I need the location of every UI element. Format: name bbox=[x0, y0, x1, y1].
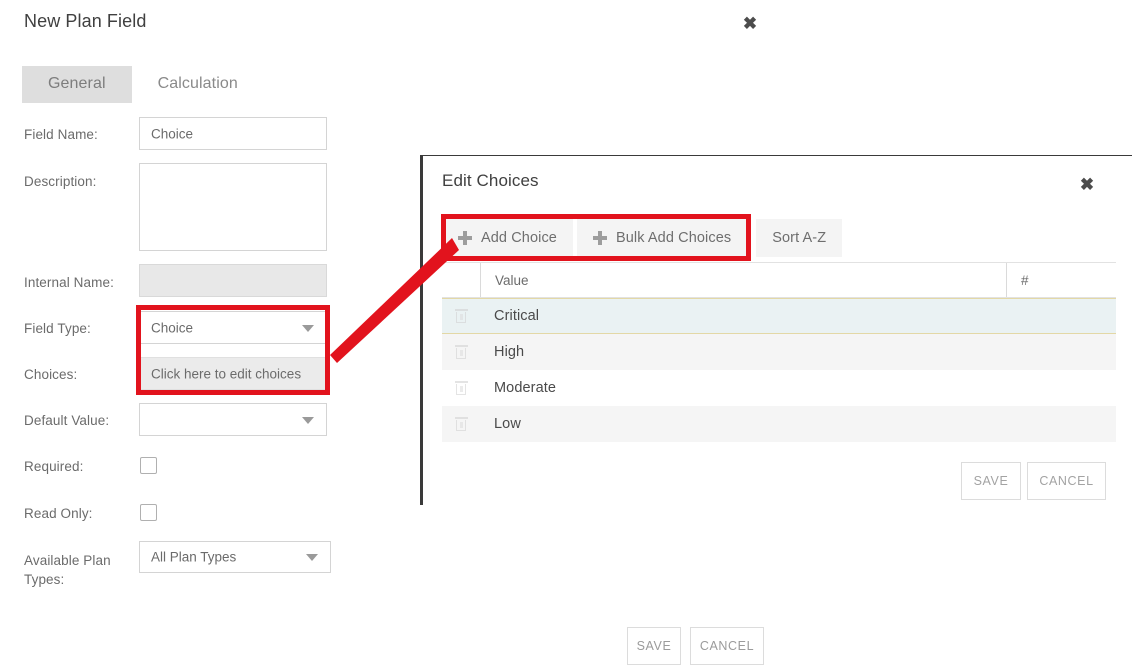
edit-choices-panel: Edit Choices ✖ Add Choice Bulk Add Choic… bbox=[420, 155, 1132, 505]
delete-cell[interactable] bbox=[442, 416, 480, 432]
table-header-row: Value # bbox=[442, 262, 1116, 298]
internal-name-label: Internal Name: bbox=[24, 275, 114, 290]
tab-general[interactable]: General bbox=[22, 66, 132, 103]
field-name-value: Choice bbox=[151, 126, 194, 141]
field-name-label: Field Name: bbox=[24, 127, 98, 142]
chevron-down-icon bbox=[302, 324, 314, 332]
chevron-down-icon bbox=[306, 554, 318, 561]
choices-toolbar: Add Choice Bulk Add Choices Sort A-Z bbox=[442, 219, 843, 257]
edit-choices-title: Edit Choices bbox=[442, 171, 539, 190]
close-icon[interactable]: ✖ bbox=[738, 12, 762, 36]
add-choice-button[interactable]: Add Choice bbox=[442, 219, 573, 257]
choices-table: Value # Critical High Moderate Low bbox=[442, 262, 1116, 442]
chevron-down-icon bbox=[302, 416, 314, 424]
default-value-label: Default Value: bbox=[24, 413, 110, 428]
default-value-select[interactable] bbox=[139, 403, 327, 436]
available-plan-types-select[interactable]: All Plan Types bbox=[139, 541, 331, 573]
choice-value: Low bbox=[494, 416, 521, 432]
tab-calculation[interactable]: Calculation bbox=[132, 66, 264, 103]
choice-value: Critical bbox=[494, 308, 540, 324]
field-name-input[interactable]: Choice bbox=[139, 117, 327, 150]
delete-cell[interactable] bbox=[442, 308, 480, 324]
delete-cell[interactable] bbox=[442, 344, 480, 360]
tabstrip: General Calculation bbox=[22, 66, 264, 103]
choices-save-button[interactable]: SAVE bbox=[961, 462, 1021, 500]
choices-edit-trigger[interactable]: Click here to edit choices bbox=[139, 357, 327, 390]
field-type-select[interactable]: Choice bbox=[139, 311, 327, 344]
choices-value: Click here to edit choices bbox=[151, 366, 302, 381]
plus-icon bbox=[458, 231, 472, 245]
required-label: Required: bbox=[24, 459, 84, 474]
table-row[interactable]: Moderate bbox=[442, 370, 1116, 406]
description-textarea[interactable] bbox=[139, 163, 327, 251]
trash-icon[interactable] bbox=[454, 416, 468, 432]
field-type-label: Field Type: bbox=[24, 321, 91, 336]
column-header-number: # bbox=[1006, 263, 1116, 297]
page-title: New Plan Field bbox=[24, 11, 147, 31]
column-header-value: Value bbox=[480, 263, 1006, 297]
dialog-cancel-button[interactable]: CANCEL bbox=[690, 627, 764, 665]
close-icon[interactable]: ✖ bbox=[1075, 173, 1099, 197]
choice-value: Moderate bbox=[494, 380, 557, 396]
toolbar-gap bbox=[747, 219, 757, 257]
choices-label: Choices: bbox=[24, 367, 78, 382]
dialog-save-button[interactable]: SAVE bbox=[627, 627, 681, 665]
description-label: Description: bbox=[24, 174, 97, 189]
add-choice-label: Add Choice bbox=[481, 230, 557, 246]
choice-value: High bbox=[494, 344, 525, 360]
trash-icon[interactable] bbox=[454, 380, 468, 396]
available-plan-types-value: All Plan Types bbox=[151, 549, 237, 565]
table-row[interactable]: Low bbox=[442, 406, 1116, 442]
required-checkbox[interactable] bbox=[140, 457, 157, 474]
bulk-add-choices-label: Bulk Add Choices bbox=[615, 230, 732, 246]
available-plan-types-label: Available Plan Types: bbox=[24, 553, 111, 587]
read-only-checkbox[interactable] bbox=[140, 504, 157, 521]
field-type-value: Choice bbox=[151, 320, 194, 335]
column-header-delete bbox=[442, 263, 480, 297]
read-only-label: Read Only: bbox=[24, 506, 93, 521]
internal-name-input bbox=[139, 264, 327, 297]
trash-icon[interactable] bbox=[454, 344, 468, 360]
sort-az-button[interactable]: Sort A-Z bbox=[756, 219, 843, 257]
screenshot-root: New Plan Field ✖ General Calculation Fie… bbox=[0, 0, 1132, 672]
plus-icon bbox=[592, 231, 607, 245]
table-row[interactable]: High bbox=[442, 334, 1116, 370]
delete-cell[interactable] bbox=[442, 380, 480, 396]
table-row[interactable]: Critical bbox=[442, 298, 1116, 334]
trash-icon[interactable] bbox=[454, 308, 468, 324]
bulk-add-choices-button[interactable]: Bulk Add Choices bbox=[576, 219, 748, 257]
choices-cancel-button[interactable]: CANCEL bbox=[1027, 462, 1106, 500]
